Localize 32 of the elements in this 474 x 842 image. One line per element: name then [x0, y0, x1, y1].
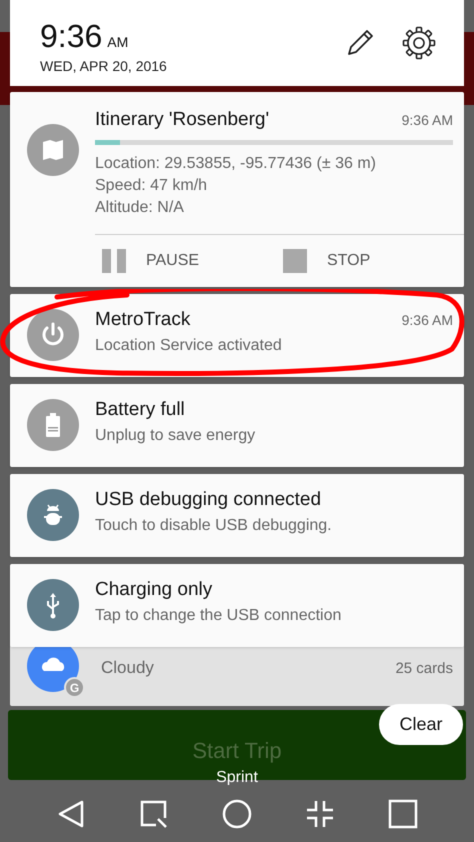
- pause-icon: [102, 248, 126, 273]
- notification-text: Cloudy: [101, 656, 154, 678]
- clear-button[interactable]: Clear: [379, 704, 463, 745]
- notification-card[interactable]: USB debugging connected Touch to disable USB debugging.: [10, 474, 464, 557]
- action-button[interactable]: STOP: [283, 248, 464, 273]
- date-text: WED, APR 20, 2016: [40, 57, 167, 76]
- notification-card[interactable]: Battery full Unplug to save energy: [10, 384, 464, 467]
- notification-card[interactable]: Itinerary 'Rosenberg' 9:36 AM Location: 29.53855, -95.77436 (± 36 m) Speed: 47 km/h Altitude: N/A PAUSE STOP: [10, 92, 464, 287]
- action-button[interactable]: PAUSE: [102, 248, 283, 273]
- clock-time: 9:36: [40, 20, 102, 52]
- notification-time: 9:36 AM: [402, 311, 453, 330]
- recents-icon: [386, 798, 419, 830]
- settings-button[interactable]: [402, 26, 436, 60]
- notification-title: Charging only: [95, 578, 212, 602]
- card-count: 25 cards: [395, 658, 453, 678]
- stop-icon: [283, 248, 307, 273]
- notification-card[interactable]: Charging only Tap to change the USB connection: [10, 564, 464, 647]
- detail-line: Altitude: N/A: [95, 198, 185, 218]
- notification-title: USB debugging connected: [95, 488, 322, 512]
- notification-title: Battery full: [95, 398, 185, 422]
- clock-ampm: AM: [107, 33, 128, 52]
- detail-line: Location: 29.53855, -95.77436 (± 36 m): [95, 154, 377, 174]
- notification-text: Location Service activated: [95, 336, 283, 356]
- home-icon: [220, 798, 253, 830]
- detail-line: Speed: 47 km/h: [95, 176, 208, 196]
- app-badge: G: [64, 677, 85, 698]
- notification-text: Touch to disable USB debugging.: [95, 516, 333, 536]
- settings-icon: [402, 26, 436, 60]
- notification-time: 9:36 AM: [402, 111, 453, 130]
- notification-text: Unplug to save energy: [95, 426, 256, 446]
- notification-title: MetroTrack: [95, 308, 190, 332]
- notification-title: Itinerary 'Rosenberg': [95, 108, 270, 132]
